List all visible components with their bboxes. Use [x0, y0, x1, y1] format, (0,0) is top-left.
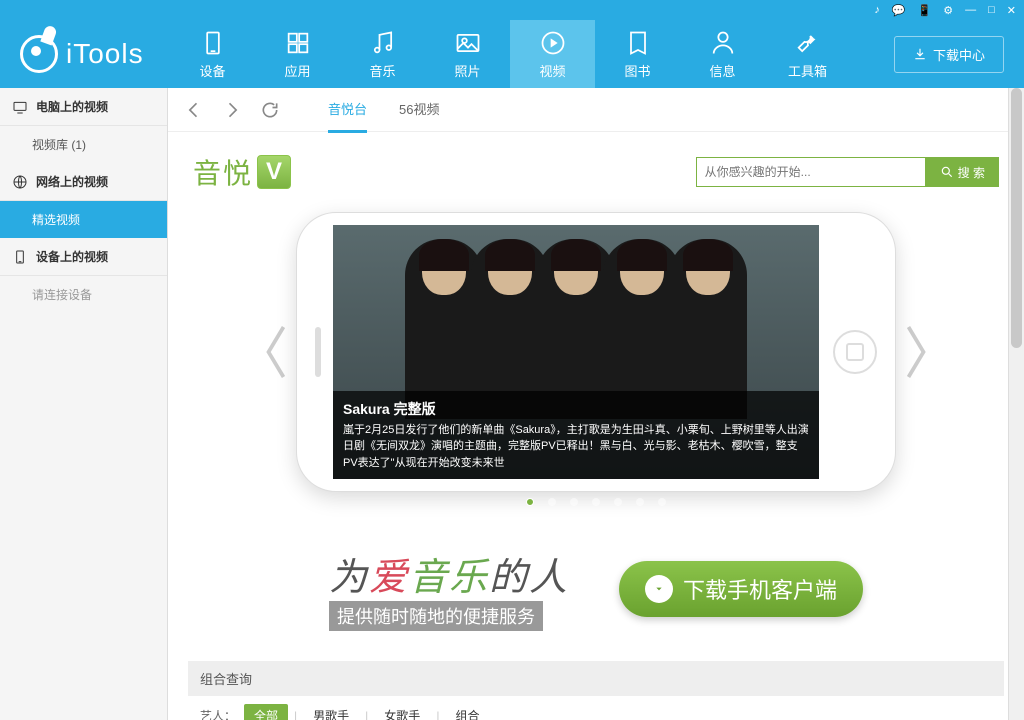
forward-button[interactable] — [222, 100, 242, 120]
filter-section: 组合查询 艺人： 全部 | 男歌手 | 女歌手 | 组合 — [188, 661, 1004, 720]
sidebar-item-featured[interactable]: 精选视频 — [0, 201, 167, 238]
carousel-prev[interactable] — [256, 312, 296, 392]
dot-5[interactable] — [614, 498, 622, 506]
nav-tabs: 设备 应用 音乐 照片 视频 图书 信息 工具箱 — [170, 20, 850, 88]
nav-video[interactable]: 视频 — [510, 20, 595, 88]
dot-4[interactable] — [592, 498, 600, 506]
header: iTools 设备 应用 音乐 照片 视频 图书 信息 — [0, 20, 1024, 88]
carousel-next[interactable] — [896, 312, 936, 392]
music-note-icon[interactable]: ♪ — [874, 4, 880, 16]
logo-icon — [20, 35, 58, 73]
sidebar-header-local[interactable]: 电脑上的视频 — [0, 88, 167, 126]
content: 音悦台 56视频 音 悦 V 搜 索 — [168, 88, 1024, 720]
slogan-row: 为爱音乐的人 提供随时随地的便捷服务 下载手机客户端 — [188, 546, 1004, 631]
phone-speaker — [315, 327, 321, 377]
mobile-icon[interactable]: 📱 — [918, 4, 932, 17]
download-icon — [645, 575, 673, 603]
slogan: 为爱音乐的人 提供随时随地的便捷服务 — [329, 546, 569, 631]
vertical-scrollbar[interactable] — [1008, 88, 1024, 720]
window-titlebar: ♪ 💬 📱 ⚙ — □ ✕ — [0, 0, 1024, 20]
close-icon[interactable]: ✕ — [1007, 4, 1016, 17]
search-input[interactable] — [696, 157, 926, 187]
phone-mockup: Sakura 完整版 嵐于2月25日发行了他们的新单曲《Sakura》，主打歌是… — [296, 212, 896, 492]
brand-v-icon: V — [257, 155, 291, 189]
filter-artist-row: 艺人： 全部 | 男歌手 | 女歌手 | 组合 — [188, 696, 1004, 720]
sidebar-item-connect: 请连接设备 — [0, 276, 167, 313]
filter-all[interactable]: 全部 — [244, 704, 288, 720]
maximize-icon[interactable]: □ — [988, 4, 995, 16]
filter-title: 组合查询 — [188, 661, 1004, 696]
main: 电脑上的视频 视频库 (1) 网络上的视频 精选视频 设备上的视频 请连接设备 — [0, 88, 1024, 720]
dot-2[interactable] — [548, 498, 556, 506]
back-button[interactable] — [184, 100, 204, 120]
filter-group[interactable]: 组合 — [445, 704, 489, 720]
carousel-dots — [188, 498, 1004, 506]
refresh-button[interactable] — [260, 100, 280, 120]
nav-apps[interactable]: 应用 — [255, 20, 340, 88]
download-client-button[interactable]: 下载手机客户端 — [619, 561, 863, 617]
phone-screen[interactable]: Sakura 完整版 嵐于2月25日发行了他们的新单曲《Sakura》，主打歌是… — [333, 225, 819, 479]
nav-book[interactable]: 图书 — [595, 20, 680, 88]
nav-music[interactable]: 音乐 — [340, 20, 425, 88]
sidebar-header-device[interactable]: 设备上的视频 — [0, 238, 167, 276]
sidebar-item-library[interactable]: 视频库 (1) — [0, 126, 167, 163]
tab-yinyuetai[interactable]: 音悦台 — [328, 87, 367, 133]
carousel-caption: Sakura 完整版 嵐于2月25日发行了他们的新单曲《Sakura》，主打歌是… — [333, 391, 819, 480]
scrollbar-thumb[interactable] — [1011, 88, 1022, 348]
app-logo: iTools — [0, 35, 170, 73]
search-button[interactable]: 搜 索 — [926, 157, 999, 187]
dot-6[interactable] — [636, 498, 644, 506]
phone-home-button — [833, 330, 877, 374]
nav-info[interactable]: 信息 — [680, 20, 765, 88]
sidebar: 电脑上的视频 视频库 (1) 网络上的视频 精选视频 设备上的视频 请连接设备 — [0, 88, 168, 720]
site-brand: 音 悦 V — [193, 152, 291, 192]
nav-toolbox[interactable]: 工具箱 — [765, 20, 850, 88]
nav-device[interactable]: 设备 — [170, 20, 255, 88]
dot-7[interactable] — [658, 498, 666, 506]
gear-icon[interactable]: ⚙ — [943, 4, 953, 17]
filter-male[interactable]: 男歌手 — [303, 704, 359, 720]
download-center-button[interactable]: 下载中心 — [894, 36, 1004, 73]
tab-56video[interactable]: 56视频 — [399, 87, 439, 133]
comment-icon[interactable]: 💬 — [892, 4, 906, 17]
sidebar-header-online[interactable]: 网络上的视频 — [0, 163, 167, 201]
minimize-icon[interactable]: — — [965, 4, 976, 16]
nav-photo[interactable]: 照片 — [425, 20, 510, 88]
carousel: Sakura 完整版 嵐于2月25日发行了他们的新单曲《Sakura》，主打歌是… — [188, 212, 1004, 492]
carousel-title: Sakura 完整版 — [343, 399, 809, 420]
dot-3[interactable] — [570, 498, 578, 506]
page-body: 音 悦 V 搜 索 — [168, 132, 1024, 720]
content-toolbar: 音悦台 56视频 — [168, 88, 1024, 132]
filter-female[interactable]: 女歌手 — [374, 704, 430, 720]
app-name: iTools — [66, 38, 144, 70]
search-box: 搜 索 — [696, 157, 999, 187]
carousel-desc: 嵐于2月25日发行了他们的新单曲《Sakura》，主打歌是为生田斗真、小栗旬、上… — [343, 422, 809, 472]
dot-1[interactable] — [526, 498, 534, 506]
